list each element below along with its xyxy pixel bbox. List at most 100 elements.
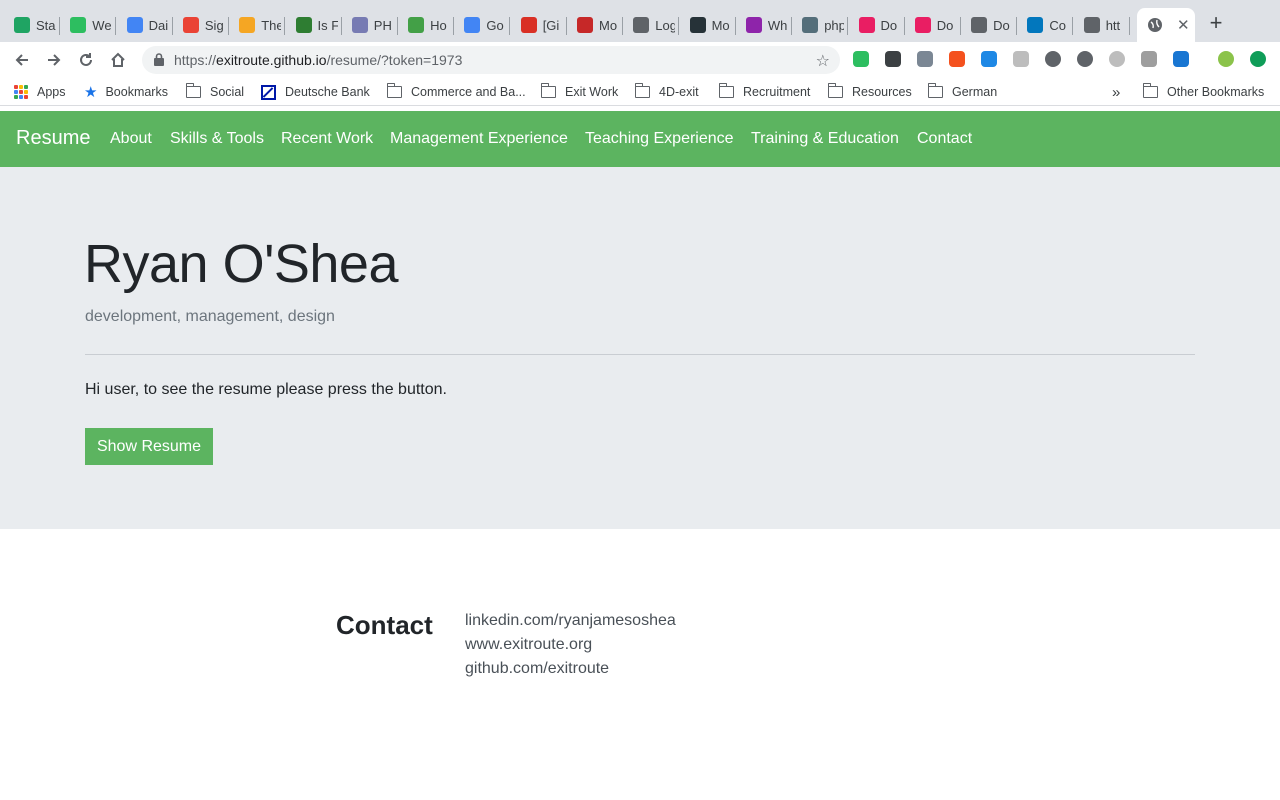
loader-icon[interactable]	[1109, 51, 1125, 67]
bookmarks-bar: Apps ★ Bookmarks Social Deutsche Bank Commerc…	[0, 78, 1280, 106]
owl-icon[interactable]	[917, 51, 933, 67]
nav-link-teaching-experience[interactable]: Teaching Experience	[585, 130, 734, 148]
bookmark-item[interactable]: Recruitment	[718, 82, 811, 102]
nav-link-contact[interactable]: Contact	[917, 130, 972, 148]
tab[interactable]: Mo	[680, 8, 736, 42]
fi-icon[interactable]	[1173, 51, 1189, 67]
google-docs-icon	[126, 17, 143, 33]
bookmark-item[interactable]: 4D-exit	[634, 82, 699, 102]
bookmark-item[interactable]: Resources	[827, 82, 912, 102]
bookmark-item[interactable]: ★ Bookmarks	[84, 82, 168, 102]
nav-link-skills-tools[interactable]: Skills & Tools	[170, 130, 264, 148]
tab-title: Dai	[148, 17, 169, 33]
tab[interactable]: We	[60, 8, 117, 42]
bookmark-item[interactable]: German	[927, 82, 997, 102]
tab[interactable]: Mo	[567, 8, 623, 42]
tab[interactable]: [Gi	[511, 8, 567, 42]
folder-icon	[634, 83, 650, 98]
bookmark-label: 4D-exit	[659, 85, 699, 99]
bookmarks-overflow-button[interactable]: »	[1112, 82, 1120, 102]
feather-icon[interactable]	[1077, 51, 1093, 67]
w-icon	[745, 17, 762, 33]
tab[interactable]: Do	[905, 8, 961, 42]
tab-active[interactable]: ✕	[1137, 8, 1195, 42]
tab-title: We	[92, 17, 112, 33]
close-tab-icon[interactable]: ✕	[1177, 16, 1190, 34]
tab[interactable]: Do	[961, 8, 1018, 42]
jumbotron: Ryan O'Shea development, management, des…	[0, 167, 1280, 529]
avatar-icon[interactable]	[1218, 51, 1234, 67]
reload-icon	[80, 53, 92, 66]
tab-title: php	[824, 17, 845, 33]
reload-button[interactable]	[74, 48, 98, 72]
apps-grid-icon	[14, 85, 28, 99]
tab[interactable]: Dai	[117, 8, 173, 42]
tab[interactable]: Do	[849, 8, 905, 42]
tab[interactable]: php	[792, 8, 849, 42]
contact-link-website[interactable]: www.exitroute.org	[465, 636, 592, 654]
tab[interactable]: Go	[454, 8, 511, 42]
tab[interactable]: Log	[623, 8, 680, 42]
gmail-icon	[520, 17, 537, 33]
nav-link-recent-work[interactable]: Recent Work	[281, 130, 373, 148]
contact-link-github[interactable]: github.com/exitroute	[465, 660, 609, 678]
bookmark-item[interactable]: Commerce and Ba...	[386, 82, 526, 102]
grid-icon[interactable]	[1013, 51, 1029, 67]
stripes-icon	[295, 17, 312, 33]
folder-icon	[386, 83, 402, 98]
bookmark-item[interactable]: Apps	[14, 82, 66, 102]
bookmark-item[interactable]: Deutsche Bank	[261, 82, 370, 102]
tab[interactable]: Wh	[736, 8, 792, 42]
tab[interactable]: PH	[342, 8, 398, 42]
greeting-text: Hi user, to see the resume please press …	[85, 381, 447, 398]
bookmark-star-icon[interactable]: ☆	[816, 51, 830, 71]
folder-icon	[185, 83, 201, 98]
folder-icon	[927, 83, 943, 98]
tab[interactable]: Sta	[4, 8, 60, 42]
forward-button[interactable]	[42, 48, 66, 72]
new-tab-button[interactable]: +	[1206, 12, 1226, 36]
tab[interactable]: The	[229, 8, 286, 42]
ghost-icon[interactable]	[981, 51, 997, 67]
video-icon	[1027, 17, 1044, 33]
tab-title: htt	[1105, 17, 1121, 33]
folder-icon	[718, 83, 734, 98]
tab[interactable]: Sig	[173, 8, 229, 42]
bookmark-label: Commerce and Ba...	[411, 85, 526, 99]
code-icon[interactable]	[1045, 51, 1061, 67]
shield-icon[interactable]	[885, 51, 901, 67]
leaf-icon[interactable]	[1141, 51, 1157, 67]
tab-title: Do	[880, 17, 898, 33]
arrow-right-icon	[48, 54, 61, 66]
nav-link-about[interactable]: About	[110, 130, 152, 148]
address-bar[interactable]: https://exitroute.github.io/resume/?toke…	[142, 46, 840, 74]
tab[interactable]: Co	[1017, 8, 1074, 42]
contact-link-linkedin[interactable]: linkedin.com/ryanjamesoshea	[465, 612, 676, 630]
bookmark-label: Recruitment	[743, 85, 811, 99]
arrow-left-icon	[15, 54, 28, 66]
home-button[interactable]	[106, 48, 130, 72]
bookmark-item[interactable]: Exit Work	[540, 82, 618, 102]
bookmark-item[interactable]: Social	[185, 82, 244, 102]
back-button[interactable]	[10, 48, 34, 72]
nav-link-training-education[interactable]: Training & Education	[751, 130, 899, 148]
tab[interactable]: Ho	[398, 8, 455, 42]
deutsche-bank-icon	[261, 84, 276, 100]
tab-title: Ho	[430, 17, 447, 33]
show-resume-button[interactable]: Show Resume	[85, 428, 213, 465]
nav-link-management-experience[interactable]: Management Experience	[390, 130, 568, 148]
other-bookmarks[interactable]: Other Bookmarks	[1142, 82, 1264, 102]
tab[interactable]: htt	[1074, 8, 1130, 42]
fox-icon[interactable]	[949, 51, 965, 67]
tab-title: [Gi	[542, 17, 560, 33]
hourglass-icon	[239, 17, 256, 33]
upload-icon[interactable]	[1250, 51, 1266, 67]
globe-icon	[971, 17, 988, 33]
gear-flower-icon	[408, 17, 425, 33]
url-text: https://exitroute.github.io/resume/?toke…	[174, 52, 463, 68]
divider	[85, 354, 1195, 355]
folder-icon	[827, 83, 843, 98]
brand-link[interactable]: Resume	[16, 127, 90, 150]
evernote-icon[interactable]	[853, 51, 869, 67]
tab[interactable]: Is F	[286, 8, 342, 42]
